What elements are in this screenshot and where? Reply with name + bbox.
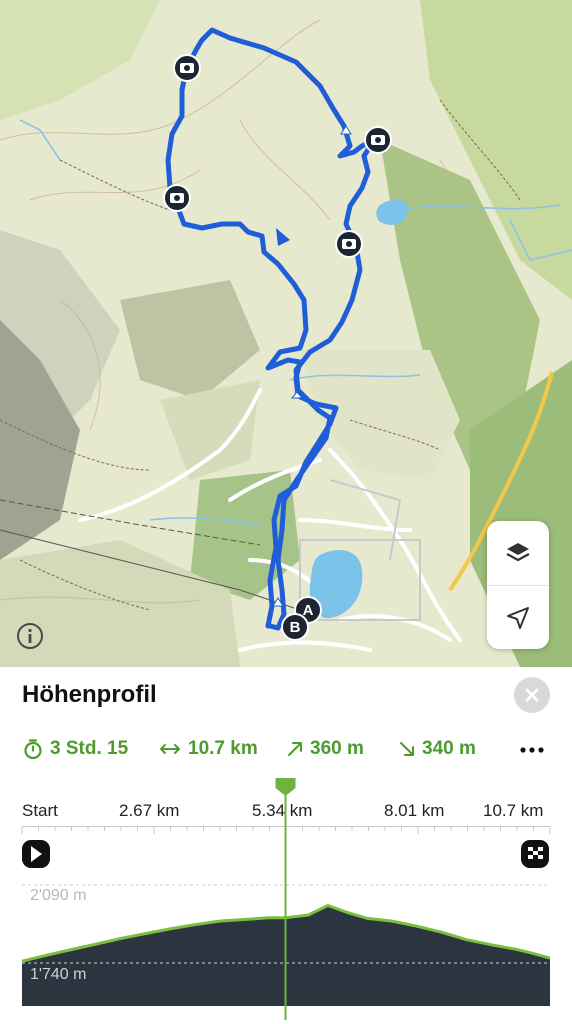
elevation-label-upper: 2'090 m	[30, 887, 87, 904]
close-button[interactable]	[514, 677, 550, 713]
stat-descent: 340 m	[398, 738, 476, 760]
panel-title: Höhenprofil	[22, 681, 157, 708]
layers-button[interactable]	[487, 521, 549, 585]
locate-button[interactable]	[487, 585, 549, 650]
descent-arrow-icon	[400, 742, 414, 756]
ascent-arrow-icon	[288, 742, 302, 756]
duration-value: 3 Std. 15	[50, 738, 129, 759]
ascent-value: 360 m	[310, 738, 364, 759]
more-options-icon[interactable]	[517, 740, 547, 760]
info-icon[interactable]	[16, 622, 44, 650]
camera-icon[interactable]	[364, 126, 392, 154]
distance-value: 10.7 km	[188, 738, 258, 759]
end-marker-label: B	[289, 618, 301, 636]
map-view[interactable]: A B	[0, 0, 572, 667]
stat-distance: 10.7 km	[158, 738, 258, 760]
location-arrow-icon	[507, 607, 529, 629]
finish-flag-icon	[521, 840, 549, 868]
layers-icon	[506, 543, 530, 562]
stopwatch-icon	[24, 739, 42, 760]
position-marker-handle	[275, 778, 296, 796]
camera-icon[interactable]	[335, 230, 363, 258]
map-controls	[487, 521, 549, 649]
camera-icon[interactable]	[163, 184, 191, 212]
stats-row: 3 Std. 15 10.7 km 360 m 340 m	[0, 738, 572, 764]
stat-duration: 3 Std. 15	[22, 738, 128, 760]
end-marker[interactable]: B	[281, 613, 309, 641]
horizontal-arrows-icon	[160, 744, 180, 754]
start-icon	[22, 840, 50, 868]
camera-icon[interactable]	[173, 54, 201, 82]
stat-ascent: 360 m	[286, 738, 364, 760]
elevation-label-lower: 1'740 m	[30, 966, 87, 983]
descent-value: 340 m	[422, 738, 476, 759]
close-icon	[525, 688, 539, 702]
